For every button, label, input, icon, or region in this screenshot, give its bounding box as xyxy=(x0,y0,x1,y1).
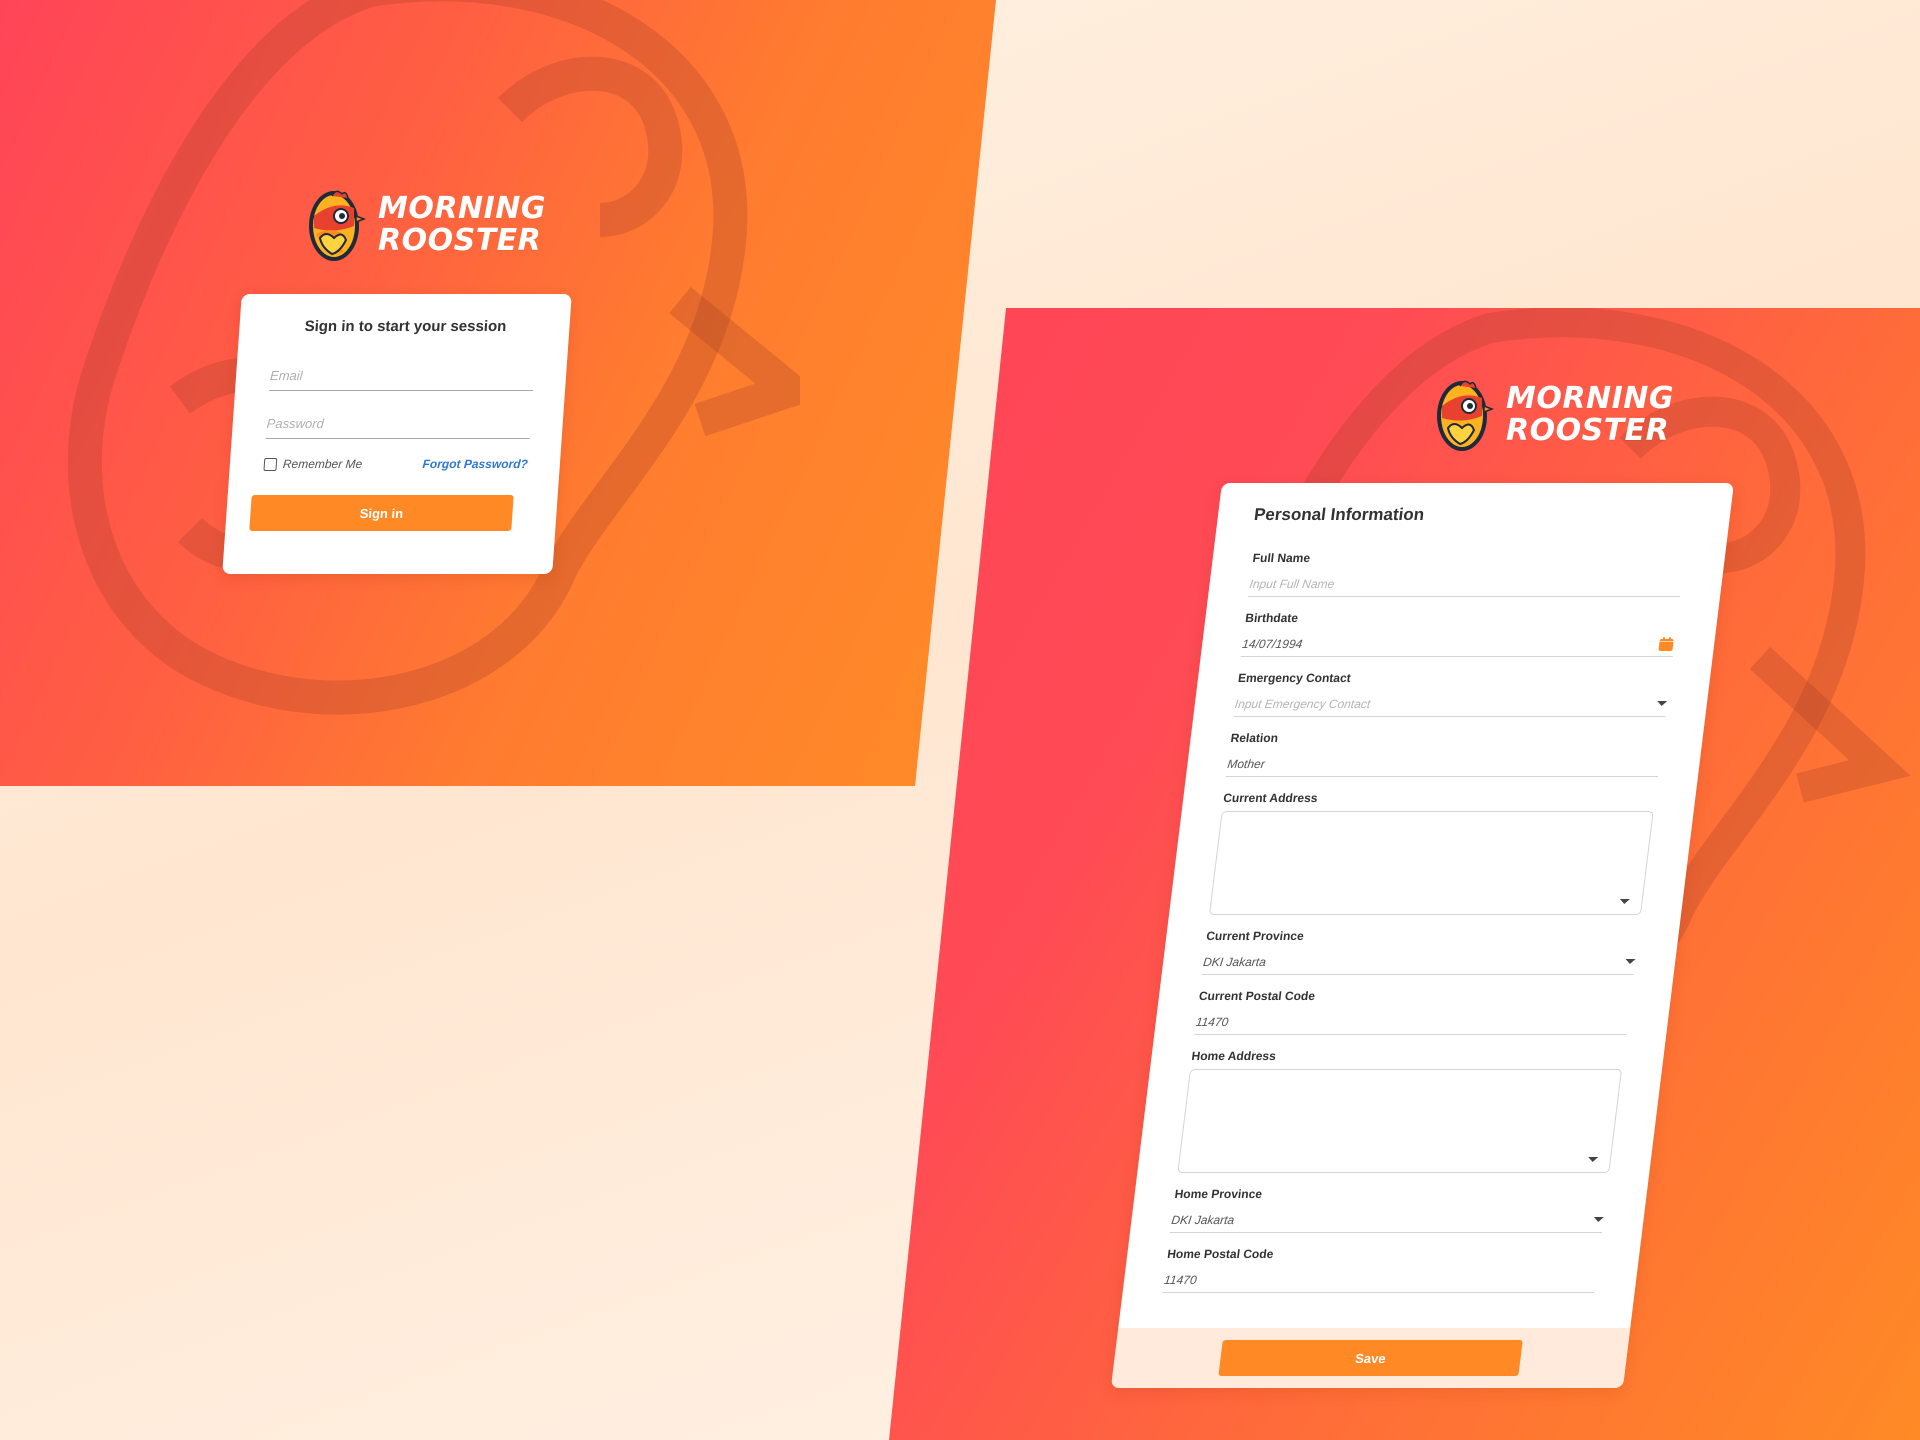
home-province-value: DKI Jakarta xyxy=(1170,1212,1236,1227)
home-address-label: Home Address xyxy=(1190,1049,1277,1063)
chevron-down-icon[interactable] xyxy=(1656,701,1668,706)
home-postal-code-label: Home Postal Code xyxy=(1166,1247,1275,1261)
home-postal-code-input[interactable]: 11470 xyxy=(1162,1267,1598,1293)
current-postal-code-value: 11470 xyxy=(1195,1014,1230,1029)
relation-input[interactable]: Mother xyxy=(1225,751,1662,777)
remember-me-label: Remember Me xyxy=(282,457,363,471)
calendar-icon[interactable] xyxy=(1657,636,1675,652)
login-title: Sign in to start your session xyxy=(304,318,507,335)
emergency-contact-placeholder: Input Emergency Contact xyxy=(1234,696,1372,711)
emergency-contact-label: Emergency Contact xyxy=(1237,671,1352,685)
brand-name-line2: ROOSTER xyxy=(378,223,542,258)
password-placeholder: Password xyxy=(266,416,325,431)
current-postal-code-input[interactable]: 11470 xyxy=(1194,1009,1630,1035)
home-postal-code-field: Home Postal Code 11470 xyxy=(1162,1247,1601,1293)
brand-name-line1: MORNING xyxy=(378,191,546,226)
current-postal-code-field: Current Postal Code 11470 xyxy=(1194,989,1632,1035)
resize-handle-icon[interactable] xyxy=(1587,1157,1599,1162)
checkbox-box[interactable] xyxy=(263,457,278,471)
home-province-select[interactable]: DKI Jakarta xyxy=(1169,1207,1606,1233)
current-province-select[interactable]: DKI Jakarta xyxy=(1201,949,1637,975)
relation-label: Relation xyxy=(1229,731,1279,745)
chevron-down-icon[interactable] xyxy=(1593,1217,1604,1222)
birthdate-value: 14/07/1994 xyxy=(1241,636,1304,651)
home-address-textarea[interactable] xyxy=(1177,1069,1623,1173)
email-placeholder: Email xyxy=(269,368,304,383)
personal-info-title: Personal Information xyxy=(1252,505,1426,524)
brand-name-line1: MORNING xyxy=(1506,381,1674,416)
current-address-field: Current Address xyxy=(1208,791,1656,915)
current-province-label: Current Province xyxy=(1205,929,1305,943)
current-address-textarea[interactable] xyxy=(1208,811,1654,915)
home-address-field: Home Address xyxy=(1177,1049,1624,1173)
save-button[interactable]: Save xyxy=(1218,1340,1523,1376)
emergency-contact-select[interactable]: Input Emergency Contact xyxy=(1233,691,1669,717)
form-footer: Save xyxy=(1110,1328,1631,1388)
full-name-input[interactable]: Input Full Name xyxy=(1248,571,1684,597)
brand-logo-secondary: MORNING ROOSTER xyxy=(1434,376,1674,454)
forgot-password-link[interactable]: Forgot Password? xyxy=(422,457,528,471)
current-province-value: DKI Jakarta xyxy=(1202,954,1267,969)
birthdate-label: Birthdate xyxy=(1244,611,1299,625)
login-screen-panel: MORNING ROOSTER Sign in to start your se… xyxy=(0,0,996,786)
full-name-field: Full Name Input Full Name xyxy=(1248,551,1686,597)
login-card: Sign in to start your session Email Pass… xyxy=(222,294,572,574)
home-postal-code-value: 11470 xyxy=(1163,1272,1198,1287)
rooster-logo-icon xyxy=(1437,380,1495,451)
resize-handle-icon[interactable] xyxy=(1619,899,1630,904)
sign-in-button[interactable]: Sign in xyxy=(249,495,514,531)
password-input[interactable]: Password xyxy=(265,409,532,439)
full-name-label: Full Name xyxy=(1251,551,1312,565)
relation-field: Relation Mother xyxy=(1225,731,1664,777)
chevron-down-icon[interactable] xyxy=(1624,959,1636,964)
current-address-label: Current Address xyxy=(1222,791,1319,805)
birthdate-input[interactable]: 14/07/1994 xyxy=(1240,631,1676,657)
current-postal-code-label: Current Postal Code xyxy=(1198,989,1316,1003)
home-province-field: Home Province DKI Jakarta xyxy=(1169,1187,1608,1233)
email-input[interactable]: Email xyxy=(269,361,536,391)
relation-value: Mother xyxy=(1226,756,1266,771)
rooster-logo-icon xyxy=(309,190,367,261)
birthdate-field: Birthdate 14/07/1994 xyxy=(1240,611,1679,657)
current-province-field: Current Province DKI Jakarta xyxy=(1201,929,1640,975)
home-province-label: Home Province xyxy=(1173,1187,1263,1201)
brand-name-line2: ROOSTER xyxy=(1506,413,1670,448)
full-name-placeholder: Input Full Name xyxy=(1248,576,1336,591)
brand-logo: MORNING ROOSTER xyxy=(306,186,546,264)
emergency-contact-field: Emergency Contact Input Emergency Contac… xyxy=(1233,671,1671,717)
remember-me-checkbox[interactable]: Remember Me xyxy=(263,457,363,471)
